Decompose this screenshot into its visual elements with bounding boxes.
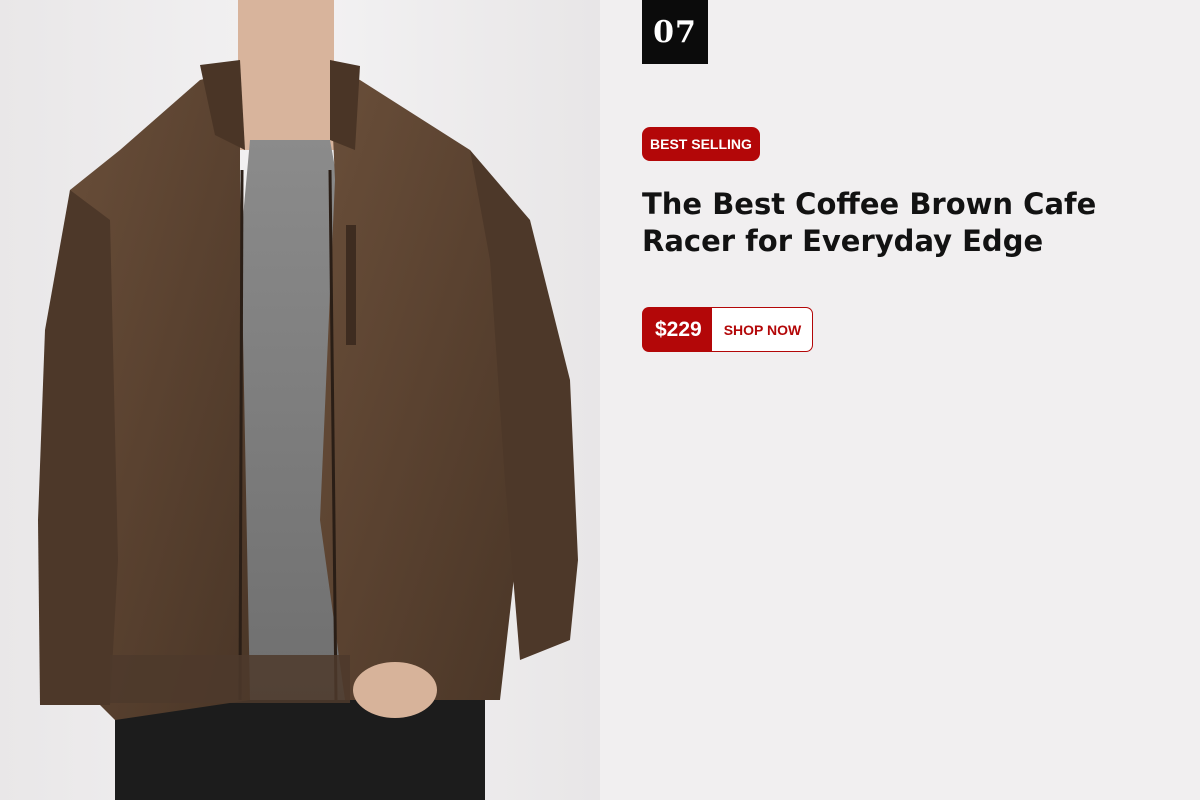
price-cta-group: $229 SHOP NOW bbox=[642, 307, 814, 352]
jacket-right-panel bbox=[320, 70, 525, 700]
jacket-left-sleeve bbox=[38, 190, 118, 705]
jeans-shape bbox=[115, 700, 485, 800]
best-selling-badge: BEST SELLING bbox=[642, 127, 760, 161]
jacket-hem bbox=[110, 655, 350, 703]
neck-shape bbox=[238, 0, 334, 150]
jacket-collar-right bbox=[330, 60, 360, 150]
product-title: The Best Coffee Brown Cafe Racer for Eve… bbox=[642, 187, 1097, 258]
hand-shape bbox=[353, 662, 437, 718]
price-label: $229 bbox=[642, 307, 712, 352]
shop-now-button[interactable]: SHOP NOW bbox=[711, 307, 814, 352]
product-photo bbox=[0, 0, 600, 800]
jacket-illustration bbox=[38, 0, 578, 800]
chest-pocket bbox=[346, 225, 356, 345]
zipper-left bbox=[238, 169, 244, 701]
item-number: 07 bbox=[642, 0, 708, 64]
product-info-panel: 07 BEST SELLING The Best Coffee Brown Ca… bbox=[600, 0, 1200, 800]
